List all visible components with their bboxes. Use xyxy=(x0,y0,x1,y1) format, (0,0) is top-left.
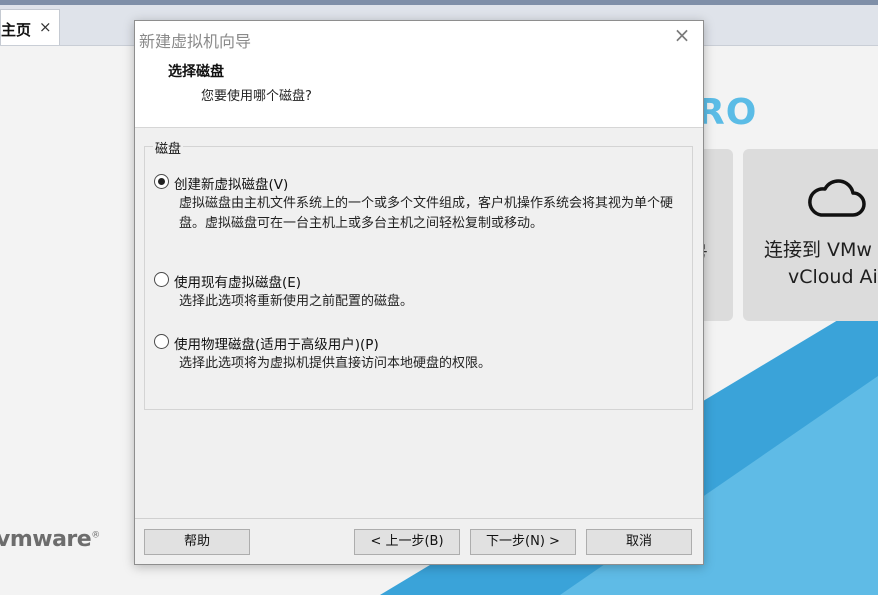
help-button[interactable]: 帮助 xyxy=(144,529,250,555)
option-create-new-disk-label[interactable]: 创建新虚拟磁盘(V) xyxy=(174,173,288,193)
footer-separator xyxy=(135,518,703,519)
tab-home-label: 主页 xyxy=(1,21,32,39)
option-use-existing-disk-description: 选择此选项将重新使用之前配置的磁盘。 xyxy=(179,294,414,309)
vmware-logo-mark: ® xyxy=(91,530,100,541)
dialog-title: 新建虚拟机向导 xyxy=(139,32,252,51)
connect-vcloud-label: 连接到 VMw vCloud Ai xyxy=(764,237,878,291)
disk-group-box: 磁盘 创建新虚拟磁盘(V) 虚拟磁盘由主机文件系统上的一个或多个文件组成，客户机… xyxy=(144,138,693,410)
step-subtitle: 您要使用哪个磁盘? xyxy=(201,89,312,104)
cancel-button[interactable]: 取消 xyxy=(586,529,692,555)
connect-vcloud-line2: vCloud Ai xyxy=(788,266,878,288)
back-button[interactable]: < 上一步(B) xyxy=(354,529,460,555)
option-create-new-disk-description: 虚拟磁盘由主机文件系统上的一个或多个文件组成，客户机操作系统会将其视为单个硬盘。… xyxy=(179,196,674,231)
close-icon[interactable]: × xyxy=(672,25,692,45)
step-title: 选择磁盘 xyxy=(168,64,224,80)
disk-group-label: 磁盘 xyxy=(153,138,184,157)
tab-home[interactable]: 主页 × xyxy=(0,9,60,45)
cloud-icon xyxy=(808,179,866,217)
radio-use-existing-disk[interactable] xyxy=(154,272,169,287)
new-vm-wizard-dialog: 新建虚拟机向导 × 选择磁盘 您要使用哪个磁盘? 磁盘 创建新虚拟磁盘(V) 虚… xyxy=(134,20,704,565)
connect-vcloud-line1: 连接到 VMw xyxy=(764,239,872,261)
option-use-existing-disk-label[interactable]: 使用现有虚拟磁盘(E) xyxy=(174,271,301,291)
option-use-physical-disk-description: 选择此选项将为虚拟机提供直接访问本地硬盘的权限。 xyxy=(179,356,492,371)
vmware-logo-text: vmware xyxy=(0,527,92,552)
dialog-header: 新建虚拟机向导 × 选择磁盘 您要使用哪个磁盘? xyxy=(135,21,703,128)
radio-create-new-disk[interactable] xyxy=(154,174,169,189)
next-button[interactable]: 下一步(N) > xyxy=(470,529,576,555)
radio-use-physical-disk[interactable] xyxy=(154,334,169,349)
close-icon[interactable]: × xyxy=(39,18,52,36)
vmware-logo: vmware® xyxy=(0,527,100,552)
product-brand-suffix: RO xyxy=(697,92,758,133)
option-use-physical-disk-label[interactable]: 使用物理磁盘(适用于高级用户)(P) xyxy=(174,333,379,353)
connect-vcloud-tile[interactable]: 连接到 VMw vCloud Ai xyxy=(743,149,878,321)
